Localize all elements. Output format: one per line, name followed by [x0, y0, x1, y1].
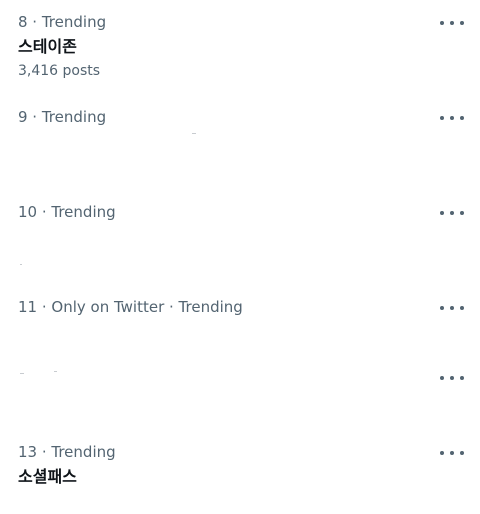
faded-text-fragment — [54, 371, 57, 372]
faded-text-fragment — [192, 133, 196, 134]
trend-item[interactable]: 11 · Only on Twitter · Trending — [0, 297, 480, 397]
trend-meta: 8 · Trending — [18, 13, 107, 31]
more-icon-dot — [440, 376, 444, 380]
more-icon-dot — [460, 306, 464, 310]
trend-item[interactable]: 9 · Trending — [0, 107, 480, 187]
more-icon-dot — [460, 451, 464, 455]
trend-meta: 13 · Trending — [18, 443, 116, 461]
more-icon-dot — [460, 21, 464, 25]
more-icon-dot — [450, 116, 454, 120]
more-icon-dot — [460, 211, 464, 215]
more-icon-dot — [450, 376, 454, 380]
more-icon-dot — [440, 116, 444, 120]
more-icon-dot — [450, 211, 454, 215]
more-icon-dot — [460, 116, 464, 120]
trend-item[interactable]: 13 · Trending 소셜패스 — [0, 442, 480, 502]
trend-meta: 11 · Only on Twitter · Trending — [18, 298, 243, 316]
faded-text-fragment — [20, 373, 24, 374]
more-icon-dot — [440, 306, 444, 310]
more-icon-dot — [450, 306, 454, 310]
trend-item[interactable]: 10 · Trending — [0, 202, 480, 282]
more-icon-dot — [440, 211, 444, 215]
trend-meta: 10 · Trending — [18, 203, 116, 221]
more-options-button[interactable] — [440, 208, 464, 218]
more-icon-dot — [450, 21, 454, 25]
more-icon-dot — [440, 451, 444, 455]
trend-meta: 9 · Trending — [18, 108, 107, 126]
more-options-button[interactable] — [440, 448, 464, 458]
more-options-button[interactable] — [440, 303, 464, 313]
more-options-button[interactable] — [440, 113, 464, 123]
trend-title: 스테이존 — [18, 37, 77, 56]
more-icon-dot — [460, 376, 464, 380]
faded-text-fragment — [20, 264, 22, 265]
trend-item[interactable]: 8 · Trending 스테이존 3,416 posts — [0, 12, 480, 82]
more-icon-dot — [450, 451, 454, 455]
trend-title: 소셜패스 — [18, 467, 77, 486]
more-options-button[interactable] — [440, 18, 464, 28]
more-icon-dot — [440, 21, 444, 25]
more-options-button[interactable] — [440, 373, 464, 383]
trend-post-count: 3,416 posts — [18, 63, 101, 79]
